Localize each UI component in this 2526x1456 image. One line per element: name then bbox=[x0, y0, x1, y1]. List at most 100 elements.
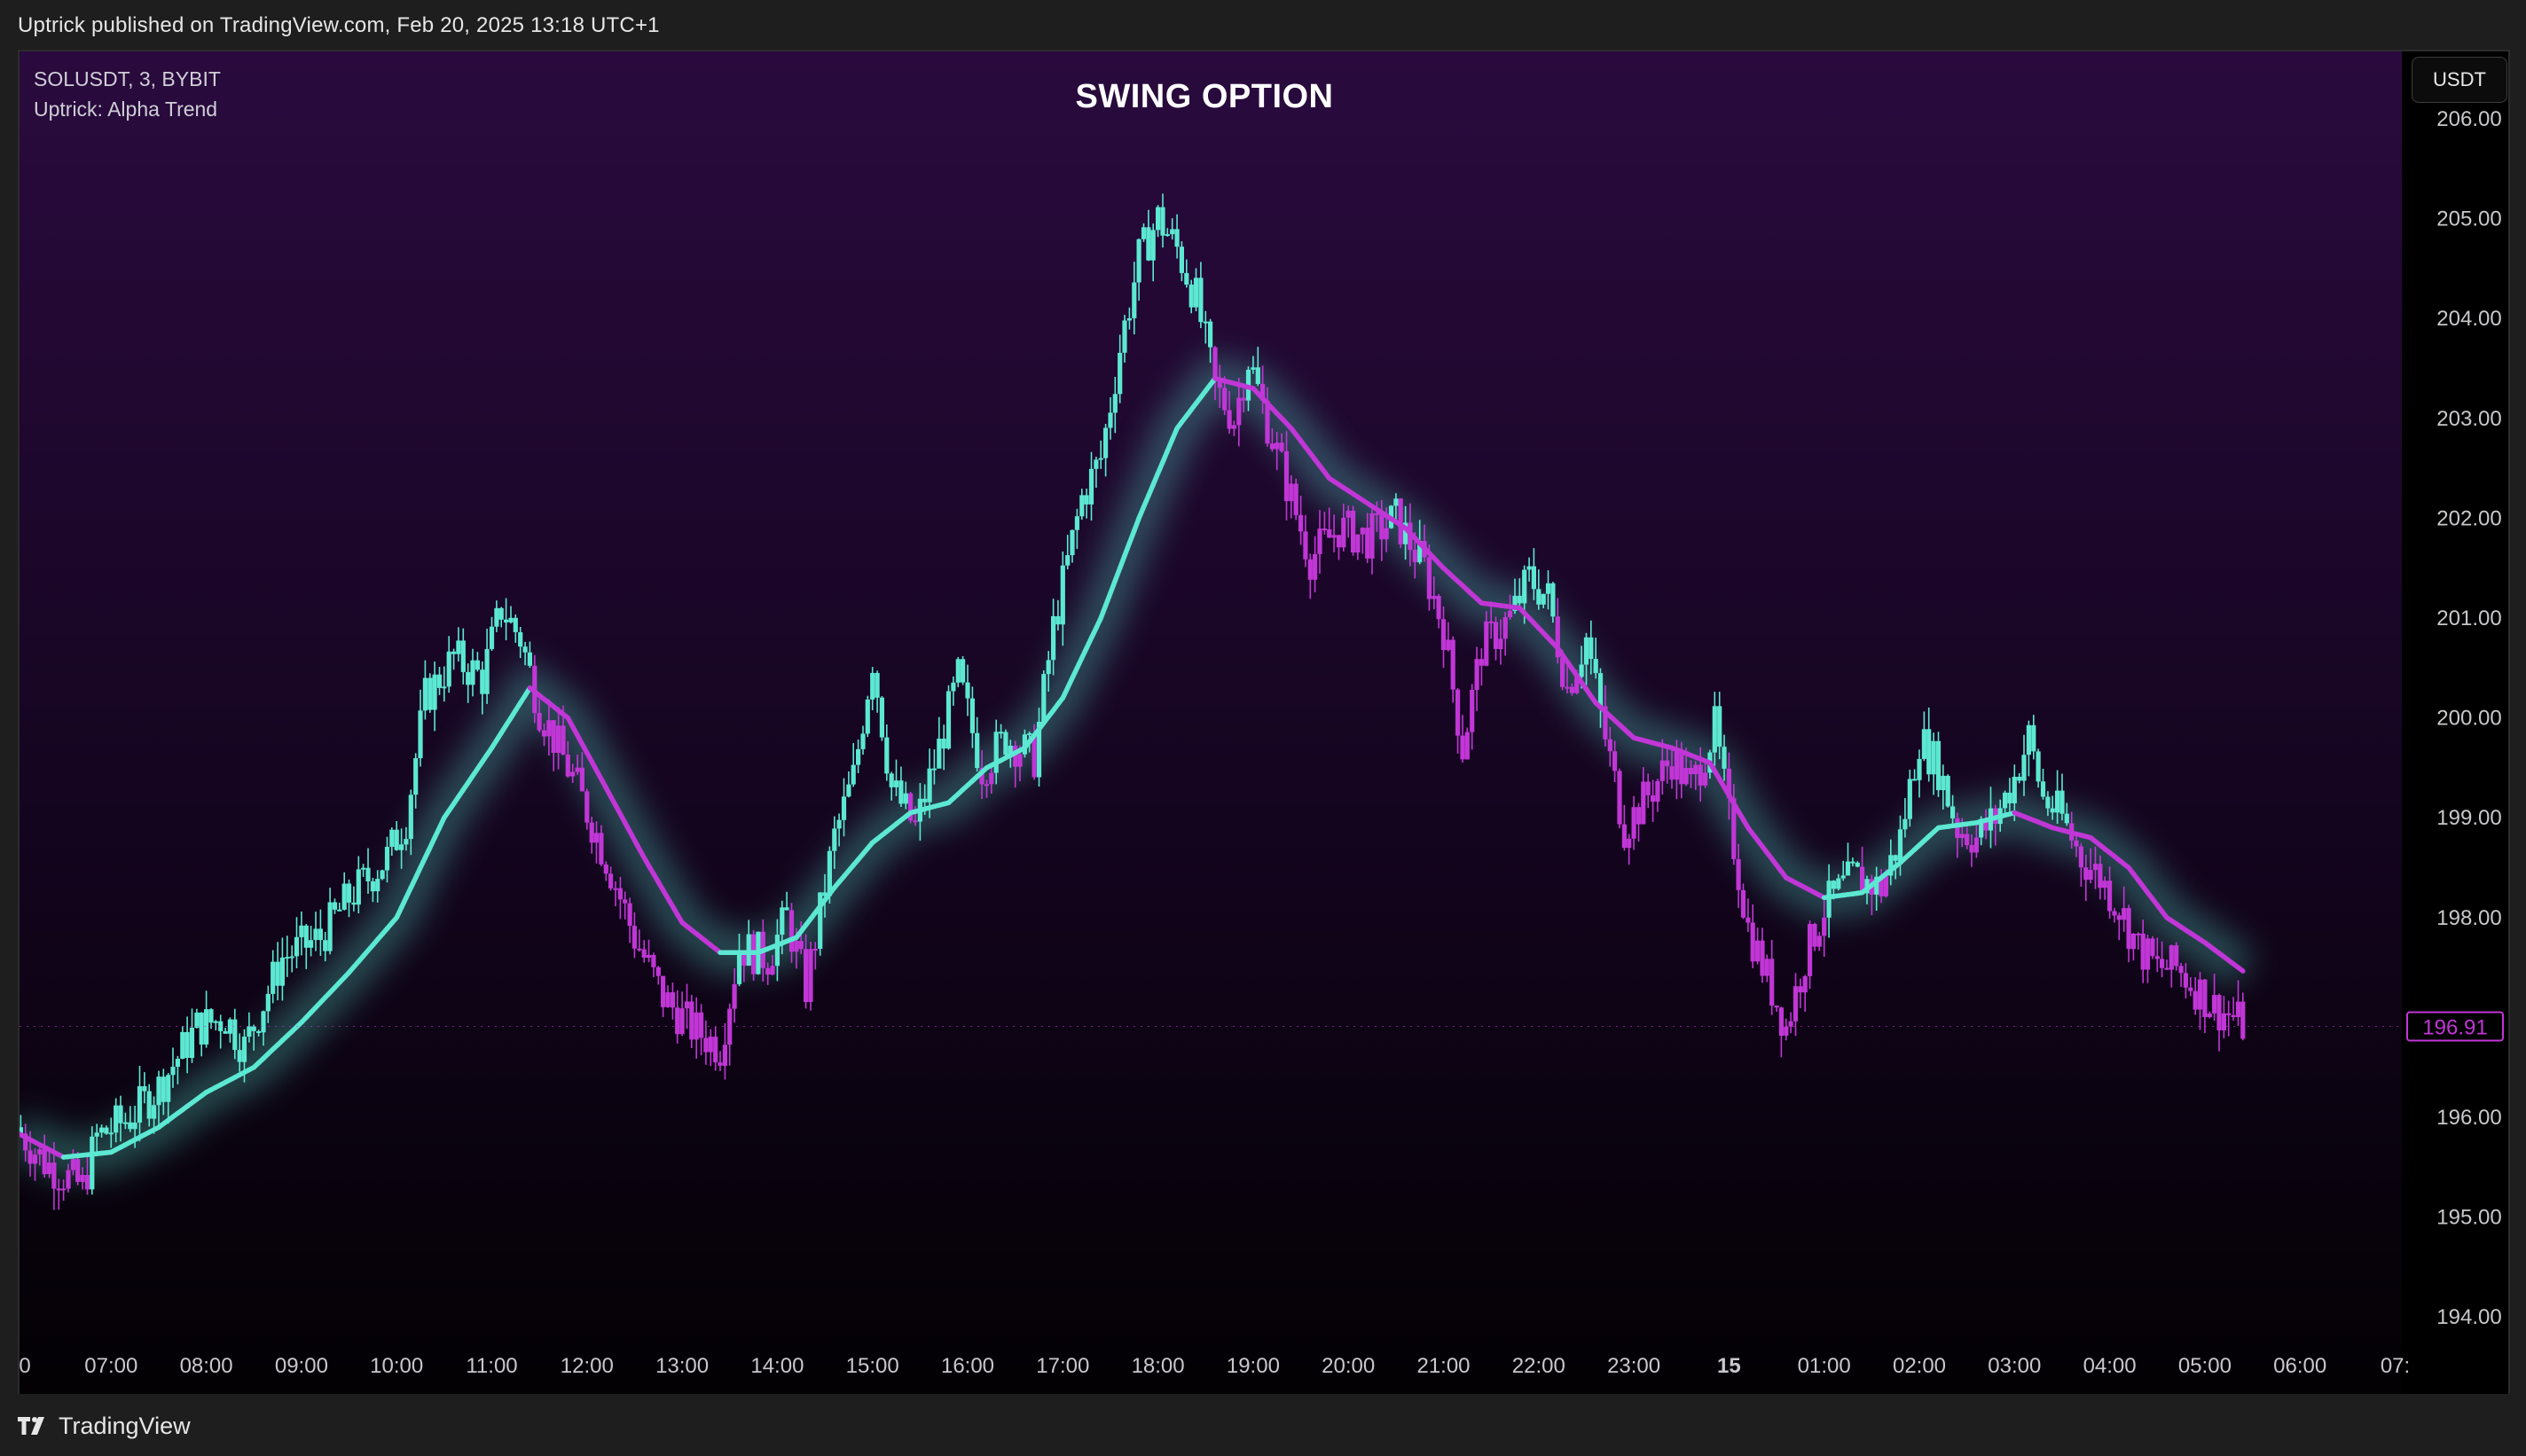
candle-body bbox=[1926, 729, 1932, 775]
candle-body bbox=[1322, 528, 1327, 531]
candle-body bbox=[1289, 483, 1294, 502]
x-tick-label: 06:00 bbox=[2273, 1354, 2326, 1378]
candle-body bbox=[623, 899, 628, 904]
candle-body bbox=[1798, 986, 1803, 993]
x-tick-label: 10:00 bbox=[370, 1354, 423, 1378]
candle-body bbox=[399, 844, 404, 850]
x-tick-label: 02:00 bbox=[1893, 1354, 1946, 1378]
candle-body bbox=[1560, 657, 1565, 687]
candle-body bbox=[318, 928, 323, 941]
candle-body bbox=[2202, 979, 2208, 1017]
candle-body bbox=[2064, 813, 2069, 824]
candle-body bbox=[2003, 792, 2008, 809]
candle-body bbox=[527, 652, 532, 666]
candle-body bbox=[413, 758, 419, 795]
candle-body bbox=[1474, 659, 1479, 690]
candle-body bbox=[599, 833, 604, 865]
candle-body bbox=[1793, 986, 1799, 1022]
candle-body bbox=[703, 1037, 709, 1053]
x-tick-label: 07: bbox=[2381, 1354, 2410, 1378]
x-tick-label: 05:00 bbox=[2178, 1354, 2232, 1378]
candle-body bbox=[2055, 790, 2060, 813]
candle-body bbox=[589, 822, 594, 843]
candle-body bbox=[1769, 959, 1775, 1006]
candle-body bbox=[846, 784, 851, 797]
candle-body bbox=[2178, 966, 2184, 974]
candle-body bbox=[1070, 529, 1075, 556]
candle-body bbox=[1251, 367, 1256, 370]
candle-body bbox=[708, 1037, 713, 1053]
candle-body bbox=[408, 795, 413, 840]
x-tick-label: 15 bbox=[1717, 1354, 1741, 1378]
price-chart[interactable]: 206.00 205.00 204.00 203.00 202.00 201.00 200.… bbox=[20, 51, 2508, 1394]
candle-body bbox=[575, 767, 580, 772]
tradingview-logo-icon bbox=[18, 1417, 44, 1435]
candle-body bbox=[1065, 555, 1071, 566]
candle-body bbox=[1955, 818, 1960, 838]
candle-body bbox=[436, 674, 443, 688]
candle-body bbox=[227, 1019, 232, 1034]
candle-body bbox=[2036, 751, 2041, 782]
candle-body bbox=[1331, 535, 1337, 538]
candle-body bbox=[893, 780, 899, 787]
candle-body bbox=[1108, 412, 1113, 428]
tradingview-logo[interactable]: TradingView bbox=[18, 1412, 191, 1440]
candle-body bbox=[56, 1188, 61, 1191]
candle-body bbox=[128, 1122, 133, 1130]
candle-body bbox=[841, 796, 847, 820]
candle-body bbox=[684, 1001, 690, 1009]
candle-body bbox=[2140, 933, 2146, 970]
candle-body bbox=[1098, 458, 1103, 460]
candle-body bbox=[90, 1136, 95, 1190]
candle-body bbox=[351, 902, 357, 905]
y-axis[interactable]: 206.00 205.00 204.00 203.00 202.00 201.00 200.… bbox=[2436, 107, 2501, 1329]
currency-button[interactable]: USDT bbox=[2412, 57, 2507, 103]
candle-body bbox=[1674, 751, 1679, 780]
candle-body bbox=[913, 820, 918, 823]
y-tick-label: 203.00 bbox=[2436, 407, 2501, 431]
x-tick-label: 04:00 bbox=[2083, 1354, 2137, 1378]
x-tick-label: 07:00 bbox=[84, 1354, 137, 1378]
x-tick-label: :00 bbox=[20, 1354, 31, 1378]
candle-body bbox=[108, 1132, 114, 1135]
candle-body bbox=[2212, 995, 2217, 1014]
candle-body bbox=[1084, 495, 1089, 505]
candle-body bbox=[370, 881, 375, 892]
candle-body bbox=[632, 926, 637, 949]
candle-body bbox=[84, 1175, 90, 1190]
candle-body bbox=[1379, 513, 1385, 540]
candle-body bbox=[375, 879, 380, 892]
candle-body bbox=[494, 607, 499, 627]
candle-body bbox=[122, 1122, 128, 1124]
candle-body bbox=[152, 1105, 157, 1119]
candle-body bbox=[199, 1012, 204, 1045]
candle-body bbox=[2092, 864, 2098, 871]
candle-body bbox=[541, 730, 547, 737]
candle-body bbox=[2116, 915, 2122, 920]
candle-body bbox=[475, 660, 480, 670]
candle-body bbox=[346, 883, 352, 903]
candle-body bbox=[1122, 320, 1127, 353]
chart-frame[interactable]: 206.00 205.00 204.00 203.00 202.00 201.00 200.… bbox=[18, 50, 2510, 1396]
candle-body bbox=[546, 720, 552, 737]
candle-body bbox=[1659, 760, 1665, 781]
x-tick-label: 19:00 bbox=[1227, 1354, 1280, 1378]
candle-body bbox=[32, 1155, 38, 1164]
candle-body bbox=[1074, 516, 1079, 530]
candle-body bbox=[1003, 732, 1008, 755]
candle-body bbox=[1079, 495, 1085, 517]
candle-body bbox=[1502, 617, 1508, 639]
candle-body bbox=[1569, 686, 1574, 693]
candle-body bbox=[2088, 870, 2093, 881]
candle-body bbox=[1046, 660, 1051, 675]
candle-body bbox=[1778, 1007, 1784, 1036]
candle-body bbox=[1241, 397, 1246, 401]
candle-body bbox=[1351, 510, 1356, 552]
candle-body bbox=[1041, 674, 1047, 722]
candle-body bbox=[955, 659, 961, 683]
candle-body bbox=[404, 839, 409, 845]
candle-body bbox=[1212, 347, 1218, 381]
candle-body bbox=[945, 691, 952, 749]
candle-body bbox=[746, 934, 751, 966]
candle-body bbox=[1627, 838, 1632, 849]
